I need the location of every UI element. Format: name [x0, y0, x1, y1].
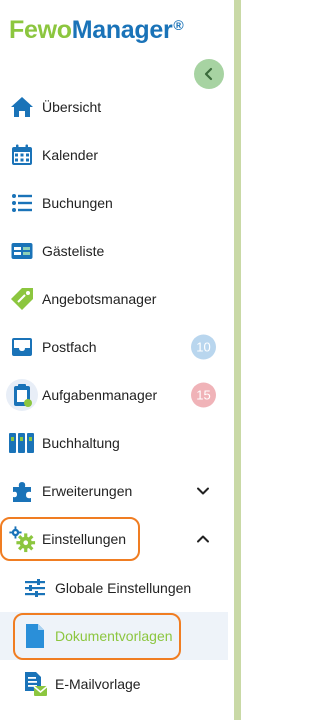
nav-label-kalender: Kalender: [42, 147, 99, 163]
nav-label-aufgabenmanager: Aufgabenmanager: [42, 387, 158, 403]
nav-label-gaesteliste: Gästeliste: [42, 243, 105, 259]
brand-logo[interactable]: FewoManager®: [9, 16, 184, 45]
home-icon: [8, 93, 36, 121]
nav-label-postfach: Postfach: [42, 339, 97, 355]
nav-label-buchhaltung: Buchhaltung: [42, 435, 120, 451]
nav-item-erweiterungen[interactable]: Erweiterungen: [0, 467, 228, 515]
calendar-icon: [8, 141, 36, 169]
nav-item-kalender[interactable]: Kalender: [0, 131, 228, 179]
clipboard-icon: [6, 379, 38, 411]
nav-label-erweiterungen: Erweiterungen: [42, 483, 133, 499]
puzzle-icon: [8, 477, 36, 505]
brand-logo-registered: ®: [173, 17, 184, 33]
subnav-label-dokumentvorlagen: Dokumentvorlagen: [55, 628, 173, 644]
nav-item-buchungen[interactable]: Buchungen: [0, 179, 228, 227]
nav-item-postfach[interactable]: Postfach 10: [0, 323, 228, 371]
postfach-count-badge: 10: [191, 334, 216, 360]
nav-item-aufgabenmanager[interactable]: Aufgabenmanager 15: [0, 371, 228, 419]
nav-label-uebersicht: Übersicht: [42, 99, 102, 115]
subnav-label-emailvorlage: E-Mailvorlage: [55, 676, 141, 692]
id-card-icon: [8, 237, 36, 265]
inbox-icon: [8, 333, 36, 361]
nav-label-buchungen: Buchungen: [42, 195, 113, 211]
binders-icon: [8, 429, 36, 457]
chevron-left-icon: [204, 67, 213, 81]
subnav-label-globale-einstellungen: Globale Einstellungen: [55, 580, 192, 596]
aufgabenmanager-count-badge: 15: [191, 382, 216, 408]
nav-item-einstellungen[interactable]: Einstellungen: [0, 515, 228, 563]
gears-icon: [8, 525, 36, 553]
list-icon: [8, 189, 36, 217]
nav-item-gaesteliste[interactable]: Gästeliste: [0, 227, 228, 275]
chevron-up-icon[interactable]: [196, 532, 210, 546]
email-template-icon: [22, 671, 48, 697]
tag-icon: [8, 285, 36, 313]
sidebar: FewoManager® Übersicht Kalender Buchunge…: [0, 0, 228, 720]
subnav-item-globale-einstellungen[interactable]: Globale Einstellungen: [0, 564, 228, 612]
sliders-icon: [22, 575, 48, 601]
nav-label-einstellungen: Einstellungen: [42, 531, 127, 547]
nav-item-uebersicht[interactable]: Übersicht: [0, 83, 228, 131]
sidebar-scroll-strip[interactable]: [234, 0, 241, 720]
nav-label-angebotsmanager: Angebotsmanager: [42, 291, 157, 307]
nav-item-angebotsmanager[interactable]: Angebotsmanager: [0, 275, 228, 323]
subnav-item-dokumentvorlagen[interactable]: Dokumentvorlagen: [0, 612, 228, 660]
subnav-item-emailvorlage[interactable]: E-Mailvorlage: [0, 660, 228, 708]
chevron-down-icon[interactable]: [196, 484, 210, 498]
nav-item-buchhaltung[interactable]: Buchhaltung: [0, 419, 228, 467]
document-icon: [22, 623, 48, 649]
brand-logo-part2: Manager: [71, 16, 173, 44]
brand-logo-part1: Fewo: [9, 16, 72, 44]
